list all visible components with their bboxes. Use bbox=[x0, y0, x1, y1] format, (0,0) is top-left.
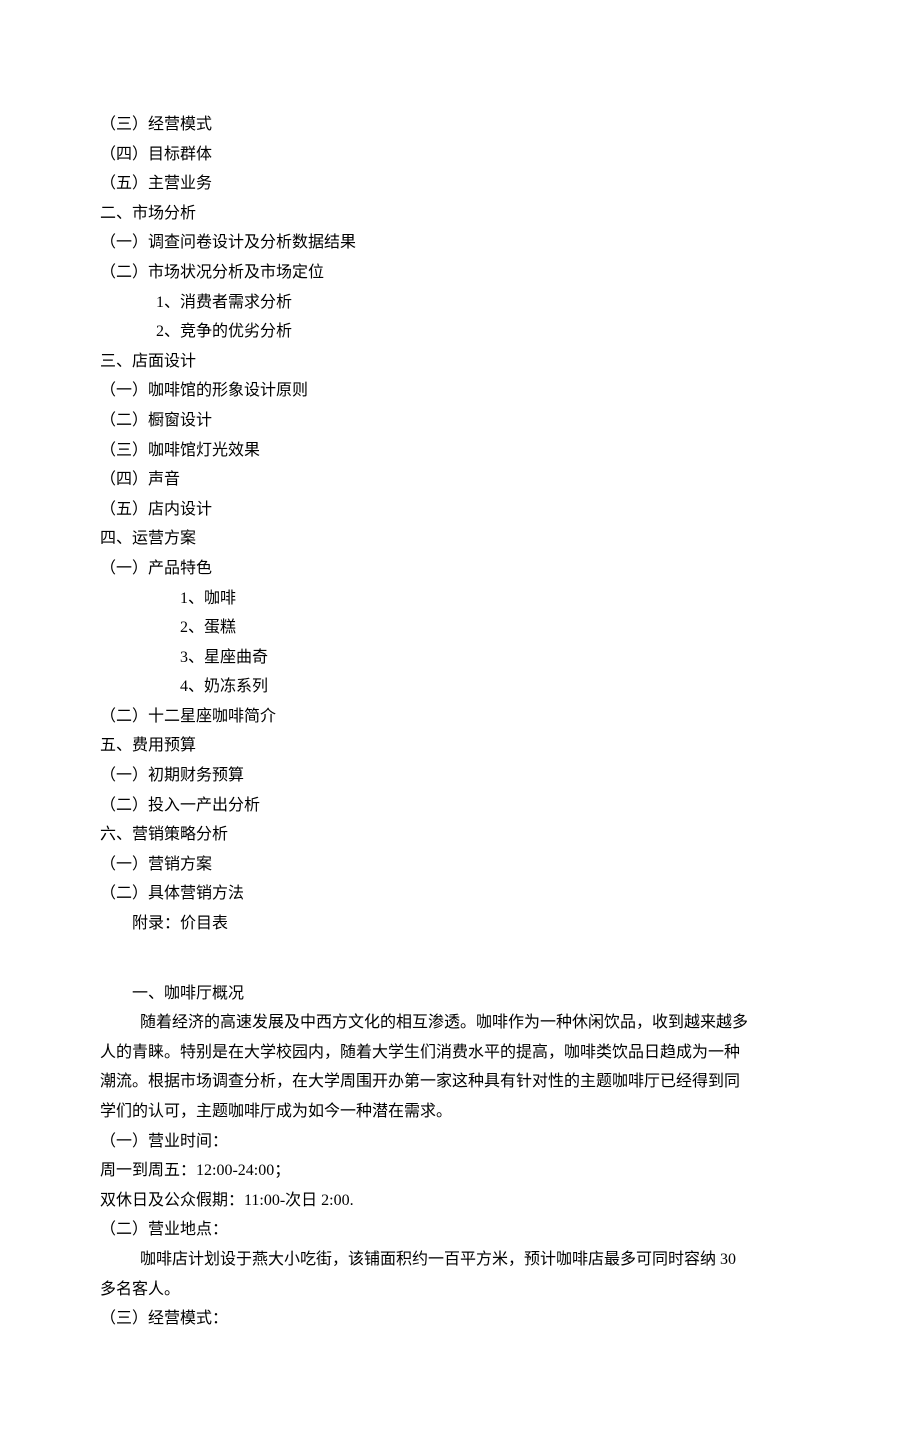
outline-item: （二）投入一产出分析 bbox=[100, 791, 820, 821]
outline-subitem: 2、蛋糕 bbox=[100, 613, 820, 643]
outline-appendix: 附录：价目表 bbox=[100, 909, 820, 939]
outline-item: （一）初期财务预算 bbox=[100, 761, 820, 791]
outline-item: 六、营销策略分析 bbox=[100, 820, 820, 850]
outline-item: 二、市场分析 bbox=[100, 199, 820, 229]
paragraph-line: 人的青睐。特别是在大学校园内，随着大学生们消费水平的提高，咖啡类饮品日趋成为一种 bbox=[100, 1038, 820, 1068]
outline-item: （五）店内设计 bbox=[100, 495, 820, 525]
outline-item: （四）声音 bbox=[100, 465, 820, 495]
outline-subitem: 3、星座曲奇 bbox=[100, 643, 820, 673]
outline-item: （五）主营业务 bbox=[100, 169, 820, 199]
paragraph-line: 学们的认可，主题咖啡厅成为如今一种潜在需求。 bbox=[100, 1097, 820, 1127]
document-body: （三）经营模式 （四）目标群体 （五）主营业务 二、市场分析 （一）调查问卷设计… bbox=[100, 110, 820, 1334]
outline-item: （二）市场状况分析及市场定位 bbox=[100, 258, 820, 288]
body-text: 周一到周五：12:00-24:00； bbox=[100, 1156, 820, 1186]
outline-item: 三、店面设计 bbox=[100, 347, 820, 377]
outline-item: （三）经营模式 bbox=[100, 110, 820, 140]
section-heading: 一、咖啡厅概况 bbox=[100, 979, 820, 1009]
body-text: 咖啡店计划设于燕大小吃街，该铺面积约一百平方米，预计咖啡店最多可同时容纳 30 bbox=[100, 1245, 820, 1275]
outline-subitem: 1、咖啡 bbox=[100, 584, 820, 614]
paragraph-line: 潮流。根据市场调查分析，在大学周围开办第一家这种具有针对性的主题咖啡厅已经得到同 bbox=[100, 1067, 820, 1097]
outline-item: 四、运营方案 bbox=[100, 524, 820, 554]
subsection-heading: （二）营业地点： bbox=[100, 1215, 820, 1245]
outline-item: （二）具体营销方法 bbox=[100, 879, 820, 909]
outline-item: （一）调查问卷设计及分析数据结果 bbox=[100, 228, 820, 258]
paragraph-line: 随着经济的高速发展及中西方文化的相互渗透。咖啡作为一种休闲饮品，收到越来越多 bbox=[100, 1008, 820, 1038]
subsection-heading: （一）营业时间： bbox=[100, 1127, 820, 1157]
outline-item: （二）十二星座咖啡简介 bbox=[100, 702, 820, 732]
outline-item: 五、费用预算 bbox=[100, 731, 820, 761]
outline-item: （三）咖啡馆灯光效果 bbox=[100, 436, 820, 466]
outline-item: （二）橱窗设计 bbox=[100, 406, 820, 436]
body-text: 双休日及公众假期：11:00-次日 2:00. bbox=[100, 1186, 820, 1216]
section-spacer bbox=[100, 939, 820, 979]
outline-subitem: 1、消费者需求分析 bbox=[100, 288, 820, 318]
body-text: 多名客人。 bbox=[100, 1275, 820, 1305]
outline-subitem: 2、竞争的优劣分析 bbox=[100, 317, 820, 347]
outline-item: （一）营销方案 bbox=[100, 850, 820, 880]
subsection-heading: （三）经营模式： bbox=[100, 1304, 820, 1334]
outline-item: （四）目标群体 bbox=[100, 140, 820, 170]
outline-subitem: 4、奶冻系列 bbox=[100, 672, 820, 702]
outline-item: （一）产品特色 bbox=[100, 554, 820, 584]
outline-item: （一）咖啡馆的形象设计原则 bbox=[100, 376, 820, 406]
